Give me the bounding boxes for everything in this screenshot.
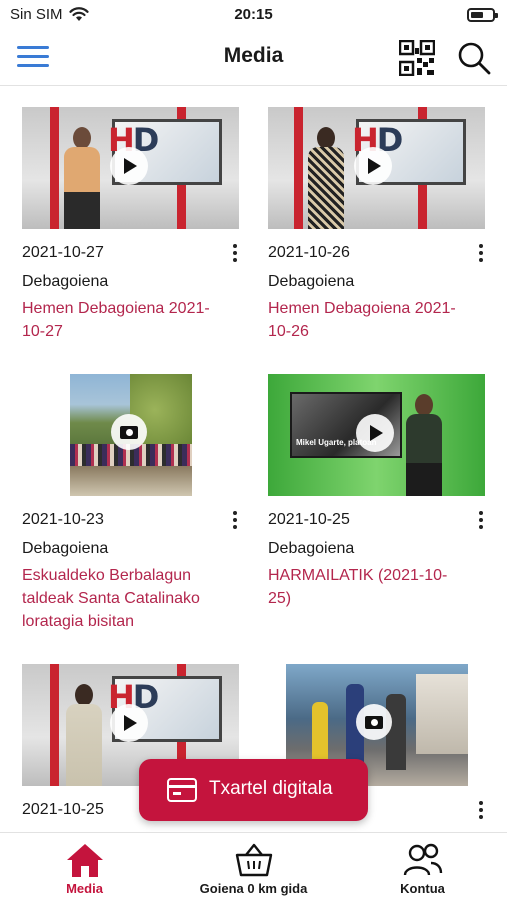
presenter-figure [304,127,348,229]
qr-code-icon [398,39,436,77]
play-icon [110,704,148,742]
home-icon [66,844,103,877]
app-header: Media [0,30,507,86]
users-icon [403,843,442,876]
more-options-button[interactable] [228,243,242,265]
digital-card-button[interactable]: Txartel digitala [139,759,368,821]
more-vertical-icon [479,511,483,515]
search-icon [458,42,491,75]
battery-icon [467,8,498,22]
nav-label: Goiena 0 km gida [199,881,308,896]
digital-card-label: Txartel digitala [209,778,333,799]
card-date: 2021-10-23 [22,511,104,528]
basket-icon [235,843,272,877]
more-options-button[interactable] [474,800,488,822]
play-icon [354,147,392,185]
gallery-thumbnail[interactable] [22,374,239,496]
card-source: Debagoiena [268,273,355,290]
media-card[interactable]: HD 2021-10-26 Debagoiena Hemen Debagoien… [268,107,490,367]
camera-icon [111,414,147,450]
nav-label: Media [66,881,103,896]
more-options-button[interactable] [474,243,488,265]
play-icon [110,147,148,185]
search-button[interactable] [456,40,492,76]
video-thumbnail[interactable]: Mikel Ugarte, platoan [268,374,485,496]
more-options-button[interactable] [474,510,488,532]
nav-item-media[interactable]: Media [0,833,169,900]
card-title-link[interactable]: Hemen Debagoiena 2021- 10-27 [22,297,244,343]
video-thumbnail[interactable]: HD [268,107,485,229]
card-date: 2021-10-25 [22,801,104,818]
more-vertical-icon [233,244,237,248]
camera-icon [356,704,392,740]
card-title-link[interactable]: Eskualdeko Berbalagun taldeak Santa Cata… [22,564,244,633]
card-source: Debagoiena [22,273,109,290]
play-icon [356,414,394,452]
more-vertical-icon [479,801,483,805]
presenter-figure [62,684,106,786]
media-grid: HD 2021-10-27 Debagoiena Hemen Debagoien… [0,86,507,832]
card-title-link[interactable]: HARMAILATIK (2021-10- 25) [268,564,490,610]
card-title-link[interactable]: Hemen Debagoiena 2021- 10-26 [268,297,490,343]
more-options-button[interactable] [228,510,242,532]
card-date: 2021-10-27 [22,244,104,261]
nav-item-goiena-gida[interactable]: Goiena 0 km gida [169,833,338,900]
card-source: Debagoiena [268,540,355,557]
bottom-nav: Media Goiena 0 km gida Kontua [0,832,507,900]
video-thumbnail[interactable]: HD [22,107,239,229]
credit-card-icon [167,778,197,802]
card-date: 2021-10-25 [268,511,350,528]
presenter-figure [60,127,104,229]
more-vertical-icon [233,511,237,515]
clock: 20:15 [234,6,273,23]
card-source: Debagoiena [22,540,109,557]
nav-item-kontua[interactable]: Kontua [338,833,507,900]
media-card[interactable]: HD 2021-10-27 Debagoiena Hemen Debagoien… [22,107,244,367]
qr-code-button[interactable] [398,39,436,77]
more-vertical-icon [479,244,483,248]
media-card[interactable]: Mikel Ugarte, platoan 2021-10-25 Debagoi… [268,374,490,644]
media-card[interactable]: 2021-10-23 Debagoiena Eskualdeko Berbala… [22,374,244,644]
card-date: 2021-10-26 [268,244,350,261]
presenter-figure [402,394,446,496]
status-bar: Sin SIM 20:15 [0,0,507,30]
nav-label: Kontua [400,881,445,896]
